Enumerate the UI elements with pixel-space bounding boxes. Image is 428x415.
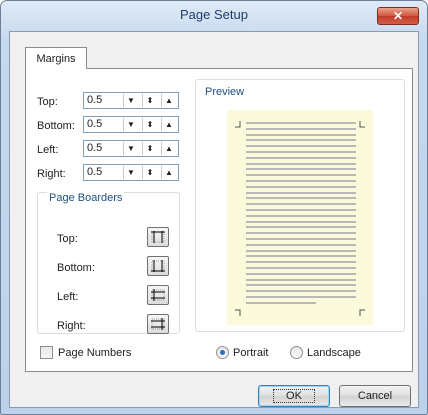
- bottom-margin-field[interactable]: 0.5 ▼ ⬍ ▲: [83, 116, 179, 133]
- preview-text-line: [246, 151, 356, 153]
- border-left-icon: [151, 289, 165, 301]
- left-margin-label: Left:: [37, 144, 59, 156]
- preview-text-line: [246, 145, 356, 148]
- preview-text-line: [246, 267, 356, 269]
- tab-margins[interactable]: Margins: [25, 47, 87, 69]
- preview-text-line: [246, 209, 356, 211]
- cancel-button-label: Cancel: [357, 390, 393, 402]
- page-numbers-checkbox[interactable]: [40, 346, 53, 359]
- border-right-icon: [151, 318, 165, 330]
- preview-text-line: [246, 168, 356, 171]
- page-corner-marks: [235, 121, 365, 316]
- right-margin-label: Right:: [37, 168, 66, 180]
- left-margin-up-icon[interactable]: ▲: [161, 142, 176, 155]
- page-borders-title: Page Boarders: [47, 192, 125, 204]
- border-bottom-icon: [151, 260, 165, 272]
- preview-text-line: [246, 226, 356, 229]
- right-margin-dropdown-icon[interactable]: ▼: [123, 166, 138, 179]
- preview-page: [227, 110, 373, 325]
- preview-text-line: [246, 278, 356, 281]
- landscape-label: Landscape: [307, 347, 361, 359]
- preview-text-line: [246, 203, 356, 206]
- right-margin-spin-icon[interactable]: ⬍: [142, 166, 157, 179]
- preview-text-line: [246, 255, 356, 258]
- landscape-radio[interactable]: [290, 346, 303, 359]
- right-margin-field[interactable]: 0.5 ▼ ⬍ ▲: [83, 164, 179, 181]
- bottom-margin-value: 0.5: [87, 118, 103, 130]
- bottom-margin-up-icon[interactable]: ▲: [161, 118, 176, 131]
- preview-text-line: [246, 301, 316, 304]
- border-right-label: Right:: [57, 320, 86, 332]
- border-left-button[interactable]: [147, 285, 169, 305]
- close-button[interactable]: ✕: [377, 7, 419, 25]
- ok-button-label: OK: [273, 389, 315, 403]
- preview-text-line: [246, 214, 356, 217]
- preview-text-line: [246, 290, 356, 293]
- preview-text-line: [246, 180, 356, 182]
- portrait-radio-dot: [220, 350, 225, 355]
- top-margin-label: Top:: [37, 96, 58, 108]
- cancel-button[interactable]: Cancel: [339, 385, 411, 407]
- border-top-icon: [151, 231, 165, 243]
- ok-button[interactable]: OK: [258, 385, 330, 407]
- preview-text-line: [246, 243, 356, 246]
- top-margin-up-icon[interactable]: ▲: [161, 94, 176, 107]
- preview-text-line: [246, 232, 356, 235]
- preview-text-line: [246, 220, 356, 223]
- border-bottom-label: Bottom:: [57, 262, 95, 274]
- preview-text-line: [246, 238, 356, 240]
- border-right-button[interactable]: [147, 314, 169, 334]
- close-icon: ✕: [392, 9, 404, 23]
- top-margin-spin-icon[interactable]: ⬍: [142, 94, 157, 107]
- preview-text-line: [246, 197, 356, 200]
- bottom-margin-dropdown-icon[interactable]: ▼: [123, 118, 138, 131]
- bottom-margin-spin-icon[interactable]: ⬍: [142, 118, 157, 131]
- border-left-label: Left:: [57, 291, 79, 303]
- border-top-label: Top:: [57, 233, 78, 245]
- preview-text-line: [246, 174, 356, 177]
- top-margin-field[interactable]: 0.5 ▼ ⬍ ▲: [83, 92, 179, 109]
- border-bottom-button[interactable]: [147, 256, 169, 276]
- left-margin-dropdown-icon[interactable]: ▼: [123, 142, 138, 155]
- top-margin-value: 0.5: [87, 94, 103, 106]
- preview-text-line: [246, 249, 356, 252]
- preview-text-line: [246, 162, 356, 165]
- page-numbers-label: Page Numbers: [58, 347, 132, 359]
- preview-text-line: [246, 122, 356, 124]
- preview-title: Preview: [205, 86, 245, 98]
- preview-text-line: [246, 261, 356, 264]
- preview-text-line: [246, 284, 356, 287]
- preview-text-line: [246, 185, 356, 188]
- bottom-margin-label: Bottom:: [37, 120, 75, 132]
- preview-text-line: [246, 272, 356, 275]
- preview-text-line: [246, 191, 356, 194]
- preview-text-line: [246, 156, 356, 159]
- portrait-label: Portrait: [233, 347, 269, 359]
- top-margin-dropdown-icon[interactable]: ▼: [123, 94, 138, 107]
- border-top-button[interactable]: [147, 227, 169, 247]
- portrait-radio[interactable]: [216, 346, 229, 359]
- left-margin-field[interactable]: 0.5 ▼ ⬍ ▲: [83, 140, 179, 157]
- left-margin-spin-icon[interactable]: ⬍: [142, 142, 157, 155]
- right-margin-value: 0.5: [87, 166, 103, 178]
- preview-text-line: [246, 296, 356, 298]
- preview-text-line: [246, 133, 356, 136]
- right-margin-up-icon[interactable]: ▲: [161, 166, 176, 179]
- left-margin-value: 0.5: [87, 142, 103, 154]
- preview-text-line: [246, 139, 356, 142]
- preview-text-line: [246, 127, 356, 130]
- window-title: Page Setup: [180, 7, 248, 22]
